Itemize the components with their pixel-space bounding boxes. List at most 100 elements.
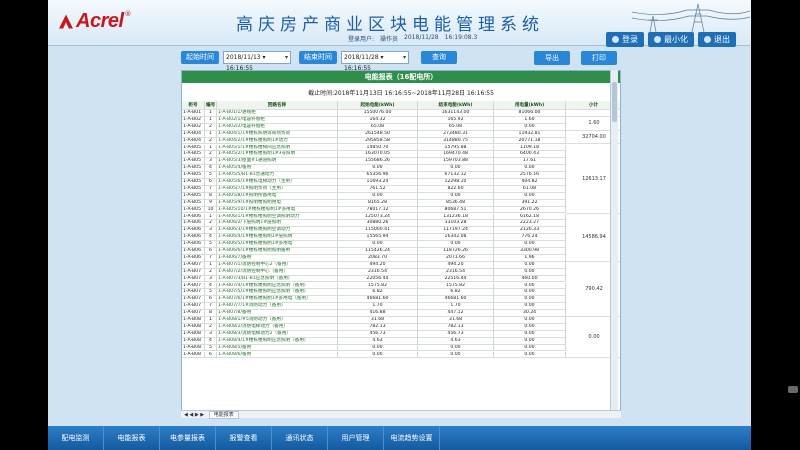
- table-cell: 1: [205, 110, 217, 117]
- table-cell: 165.92: [418, 116, 494, 124]
- table-cell: 456.73: [418, 330, 494, 338]
- minimize-button[interactable]: 最小化: [648, 32, 694, 47]
- table-cell: 0.00: [494, 192, 566, 200]
- current-time: 16:19:08.3: [444, 34, 478, 41]
- table-cell: 81066.00: [494, 110, 566, 117]
- table-cell: 61.08: [494, 185, 566, 193]
- table-row: 1-A-B08 1 1-A-B08/1/#5消防动力（备用） 31.68 31.68 0.…: [182, 317, 620, 324]
- table-cell: 0.00: [494, 289, 566, 297]
- column-header: 起始电能(kWh): [338, 101, 418, 110]
- table-cell: 12298.10: [418, 179, 494, 186]
- table-cell: 0.00: [338, 344, 418, 352]
- end-time-input[interactable]: 2018/11/28 ▾ 16:16:55: [341, 51, 409, 72]
- nav-item[interactable]: 电流趋势设置: [384, 426, 440, 450]
- table-row: 1-A-B04 2 1-A-B04/2/1#楼栋楼照明1#动力 295858.58 31…: [182, 137, 620, 145]
- table-row: 1-A-B07 6 1-A-B07/6/1#楼栋楼照明1#多用电（备用） 46681.…: [182, 296, 620, 304]
- table-row: 1-A-B07 8 1-A-B07/8/备用 416.88 447.12 30.24: [182, 310, 620, 317]
- column-header: 柜号: [182, 101, 205, 110]
- query-button[interactable]: 查询: [421, 51, 457, 64]
- table-cell: 6: [205, 296, 217, 304]
- table-cell: 3: [205, 158, 217, 166]
- vertical-scrollbar[interactable]: [610, 70, 618, 418]
- export-button[interactable]: 导出: [534, 51, 570, 65]
- table-row: 1-A-B04 1 1-A-B04/1/1#楼栋照明等商场负荷 261548.50 27…: [182, 130, 620, 138]
- table-row: 1-A-B07 1 1-A-B07/1/消防控制中心2（备用） 494.20 494.2…: [182, 261, 620, 269]
- table-cell: 31.68: [418, 317, 494, 324]
- nav-item[interactable]: 电参量报表: [160, 426, 216, 450]
- nav-item[interactable]: 报警查看: [216, 426, 272, 450]
- login-button[interactable]: 登录: [606, 32, 644, 47]
- table-cell: 2223.27: [494, 220, 566, 228]
- nav-item[interactable]: 用户管理: [328, 426, 384, 450]
- table-cell: 1-A-B06: [182, 234, 205, 242]
- table-cell: 1575.82: [338, 282, 418, 290]
- table-cell: 1-A-B05: [182, 192, 205, 200]
- table-cell: 1-A-B05/6/1#楼栋电梯动力（主用）: [217, 179, 338, 186]
- table-cell: 1-A-B06/1/1#楼栋楼照明空调照明动力: [217, 213, 338, 221]
- table-cell: 1-A-B05: [182, 144, 205, 152]
- user-status-bar: 登录用户: 操作员 2018/11/28 16:19:08.3: [348, 34, 477, 43]
- table-row: 1-A-B05 1 1-A-B05/1/1#楼栋楼梯间应急照明 14850.70 157…: [182, 144, 620, 152]
- table-cell: 1-A-B05/7/1#照明负荷（主用）: [217, 185, 338, 193]
- table-row: 1-A-B05 9 1-A-B05/9/1#照明楼照明用电 8165.28 8536.4…: [182, 199, 620, 207]
- table-row: 1-A-B06 1 1-A-B06/1/1#楼栋楼照明空调照明动力 125073.24…: [182, 213, 620, 221]
- table-row: 1-A-B08 3 1-A-B08/3/消防电梯动力2（备用） 456.73 456.7…: [182, 330, 620, 338]
- app-window: Acrel ® 高庆房产商业区块电能管理系统 登录用户: 操作员 2018/11…: [48, 0, 751, 450]
- column-header: 编号: [205, 101, 217, 110]
- table-cell: 2: [205, 323, 217, 331]
- table-row: 1-A-B07 7 1-A-B07/7/1#消防动力（备用） 1.70 1.70 0.00: [182, 303, 620, 311]
- table-cell: 0.00: [494, 323, 566, 331]
- table-cell: 1-A-B06/5/1#楼栋楼照明1#多用电: [217, 241, 338, 248]
- table-cell: 7: [205, 303, 217, 311]
- table-row: 1-A-B06 7 1-A-B06/7/备用 2083.70 2071.66 1.96: [182, 254, 620, 262]
- table-cell: 1-A-B07/1/消防控制中心2（备用）: [217, 261, 338, 269]
- table-cell: 8536.48: [418, 199, 494, 207]
- nav-item[interactable]: 配电监测: [48, 426, 104, 450]
- sheet-tab[interactable]: 电能报表: [208, 411, 239, 419]
- table-cell: 4: [205, 165, 217, 173]
- table-row: 1-A-B06 2 1-A-B06/2/下层照明1#层照明 30880.26 33103…: [182, 220, 620, 228]
- table-cell: 2670.26: [494, 206, 566, 214]
- table-cell: 2316.54: [418, 268, 494, 276]
- table-row: 1-A-B08 6 1-A-B08/6/备用 0.00 0.00 0.00: [182, 351, 620, 359]
- start-time-input[interactable]: 2018/11/13 ▾ 16:16:55: [223, 51, 291, 72]
- table-cell: 460.00: [494, 275, 566, 283]
- table-cell: 1-A-B06: [182, 241, 205, 248]
- user-name: 操作员: [380, 36, 399, 43]
- table-cell: 1-A-B08: [182, 323, 205, 331]
- acrel-logo: Acrel ®: [58, 10, 132, 33]
- table-cell: 1-A-B08/2/消防电梯动力（备用）: [217, 323, 338, 331]
- table-cell: 1-A-B05: [182, 179, 205, 186]
- table-row: 1-A-B05 10 1-A-B05/10/1#楼栋楼照明1#多用电 78017.12…: [182, 206, 620, 214]
- exit-button[interactable]: 退出: [698, 32, 736, 47]
- nav-item[interactable]: 通讯状态: [272, 426, 328, 450]
- table-cell: 5: [205, 241, 217, 248]
- table-row: 1-A-B06 5 1-A-B06/5/1#楼栋楼照明1#多用电 0.00 0.00 0.…: [182, 241, 620, 248]
- table-cell: 1-A-B04/1/1#楼栋照明等商场负荷: [217, 130, 338, 138]
- table-cell: 1-A-B01/1/进线柜: [217, 110, 338, 117]
- scrollbar-thumb[interactable]: [612, 82, 617, 122]
- print-button[interactable]: 打印: [581, 51, 617, 65]
- table-cell: 2576.16: [494, 172, 566, 179]
- table-cell: 1-A-B04: [182, 130, 205, 138]
- table-row: 1-A-B08 4 1-A-B08/4/1#楼栋楼照明应急照明（备用） 4.63 4.6…: [182, 337, 620, 345]
- table-cell: 1-A-B08/4/1#楼栋楼照明应急照明（备用）: [217, 337, 338, 345]
- column-header: 回路名称: [217, 101, 338, 110]
- logo-mark-icon: [58, 13, 74, 31]
- table-cell: 0.00: [338, 241, 418, 248]
- table-row: 1-A-B06 6 1-A-B06/6/1#楼栋楼照明照明备用 115426.24 11…: [182, 248, 620, 255]
- table-row: 1-A-B02 2 1-A-B02/2/电容补偿柜 65.08 65.08 0.00: [182, 123, 620, 131]
- table-cell: 1-A-B07: [182, 289, 205, 297]
- nav-item[interactable]: 电能报表: [104, 426, 160, 450]
- sheet-nav-icon[interactable]: ◀ ◀ ▶ ▶: [181, 412, 207, 418]
- table-row: 1-A-B07 3 1-A-B07/3/B1-B1应急照明（备用） 22056.44 2…: [182, 275, 620, 283]
- table-cell: 163070.05: [338, 151, 418, 159]
- table-row: 1-A-B08 2 1-A-B08/2/消防电梯动力（备用） 782.13 782.13…: [182, 323, 620, 331]
- table-cell: 7: [205, 254, 217, 262]
- table-cell: 8165.28: [338, 199, 418, 207]
- table-cell: 11693.24: [338, 179, 418, 186]
- table-cell: 5: [205, 289, 217, 297]
- table-cell: 6: [205, 179, 217, 186]
- table-cell: 1-A-B02/2/电容补偿柜: [217, 123, 338, 131]
- table-cell: 1-A-B04: [182, 137, 205, 145]
